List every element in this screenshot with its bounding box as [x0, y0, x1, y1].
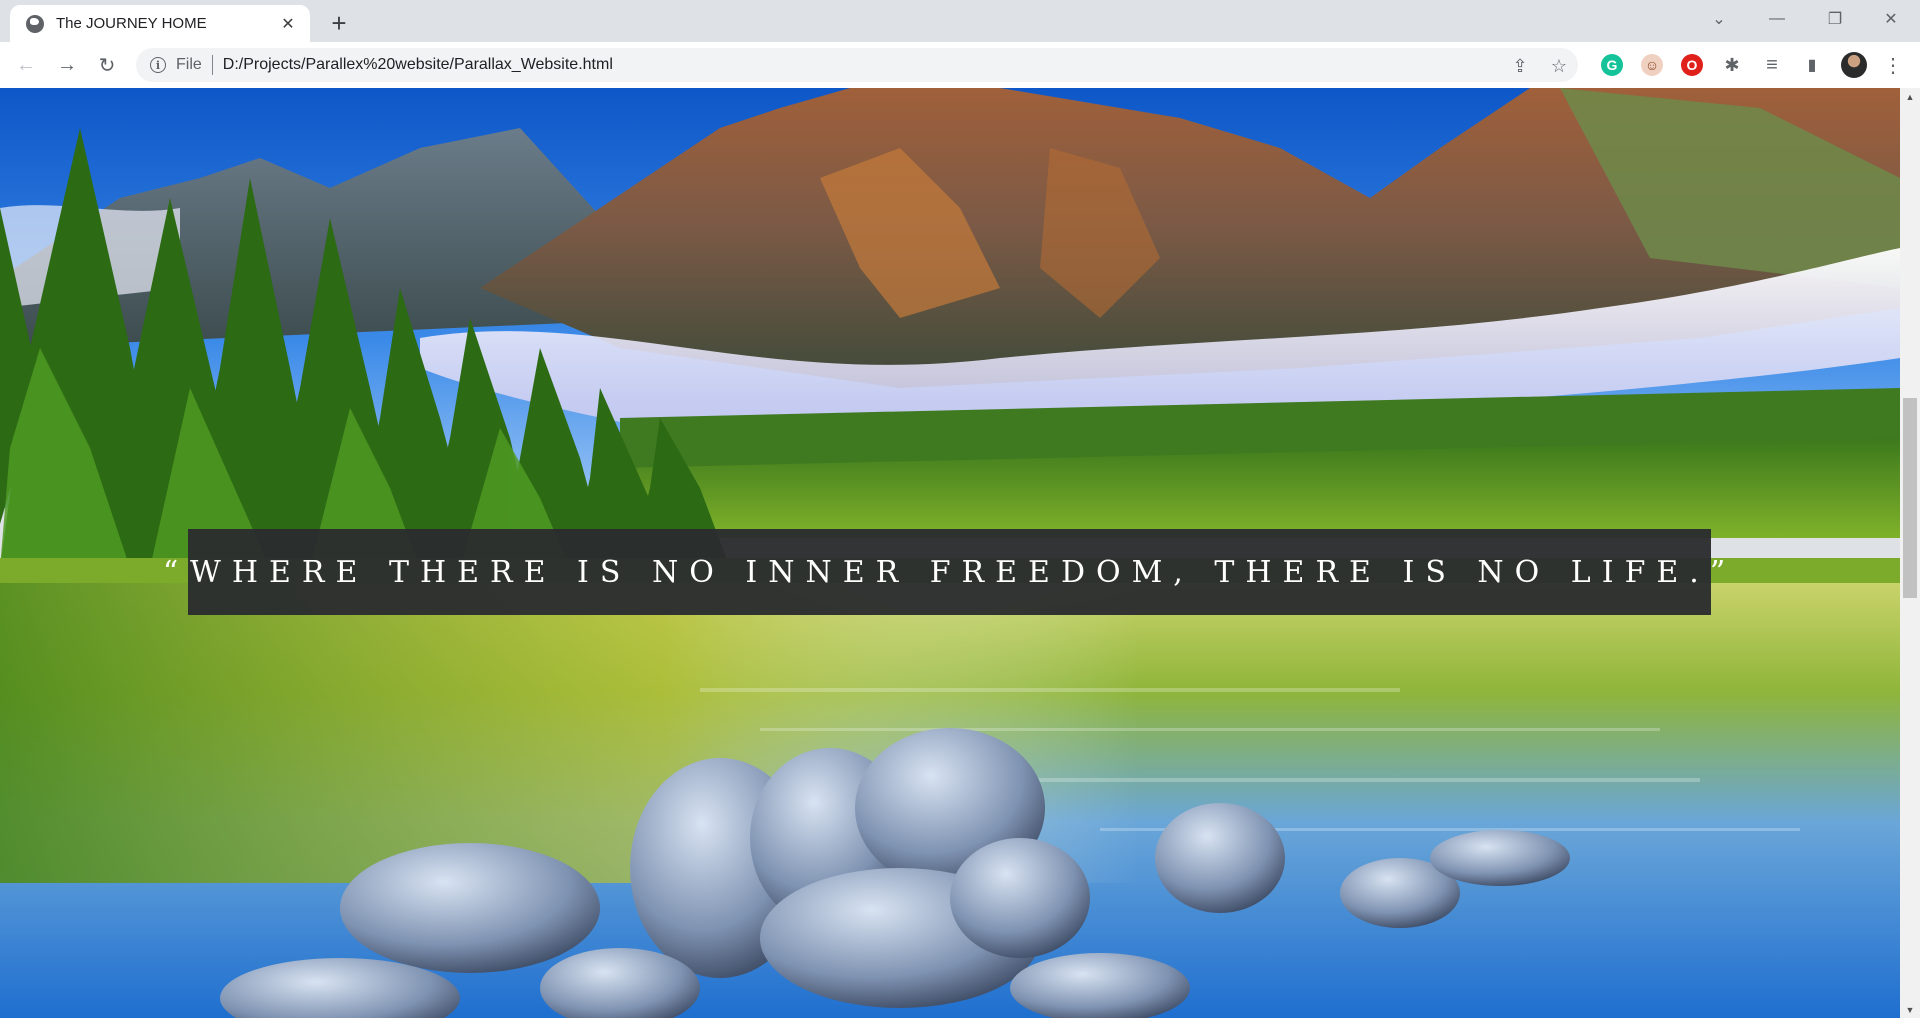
browser-toolbar: ← → ↻ i File D:/Projects/Parallex%20webs… — [0, 42, 1920, 88]
profile-avatar[interactable] — [1841, 52, 1867, 78]
close-window-button[interactable]: ✕ — [1862, 0, 1920, 38]
puzzle-extensions-icon[interactable]: ✱ — [1721, 54, 1743, 76]
opera-adblock-icon[interactable]: O — [1681, 54, 1703, 76]
scheme-label: File — [176, 56, 202, 73]
scroll-up-arrow-icon[interactable]: ▲ — [1900, 88, 1920, 105]
bookmark-star-icon[interactable]: ☆ — [1549, 56, 1569, 76]
quote-text: “WHERE THERE IS NO INNER FREEDOM, THERE … — [162, 554, 1737, 590]
page-scrollbar[interactable]: ▲ ▼ — [1900, 88, 1920, 1018]
scroll-down-arrow-icon[interactable]: ▼ — [1900, 1001, 1920, 1018]
new-tab-button[interactable]: + — [325, 9, 353, 37]
scheme-divider — [211, 55, 213, 75]
share-icon[interactable]: ⇪ — [1510, 56, 1530, 76]
scrollbar-thumb[interactable] — [1903, 398, 1917, 598]
kebab-menu-icon[interactable]: ⋮ — [1882, 54, 1904, 77]
close-tab-icon[interactable]: ✕ — [278, 14, 298, 34]
media-queue-icon[interactable]: ≡ — [1761, 54, 1783, 76]
browser-tab[interactable]: The JOURNEY HOME ✕ — [10, 5, 310, 42]
forward-button[interactable]: → — [51, 49, 83, 81]
quote-banner: “WHERE THERE IS NO INNER FREEDOM, THERE … — [163, 529, 1725, 615]
minimize-button[interactable]: — — [1748, 0, 1806, 38]
tab-search-icon[interactable]: ⌄ — [1690, 0, 1748, 38]
tab-title: The JOURNEY HOME — [56, 15, 207, 32]
grammarly-icon[interactable]: G — [1601, 54, 1623, 76]
reload-button[interactable]: ↻ — [91, 49, 123, 81]
globe-icon — [26, 14, 44, 33]
address-bar[interactable]: i File D:/Projects/Parallex%20website/Pa… — [136, 48, 1578, 82]
side-panel-icon[interactable]: ▮ — [1801, 54, 1823, 76]
restore-button[interactable]: ❐ — [1806, 0, 1864, 38]
site-info-icon[interactable]: i — [150, 57, 166, 73]
avatar-extension-icon[interactable]: ☺ — [1641, 54, 1663, 76]
back-button[interactable]: ← — [10, 49, 42, 81]
url-text[interactable]: D:/Projects/Parallex%20website/Parallax_… — [223, 56, 613, 74]
tab-strip: The JOURNEY HOME ✕ + ⌄ — ❐ ✕ — [0, 0, 1920, 42]
page-viewport: “WHERE THERE IS NO INNER FREEDOM, THERE … — [0, 88, 1900, 1018]
